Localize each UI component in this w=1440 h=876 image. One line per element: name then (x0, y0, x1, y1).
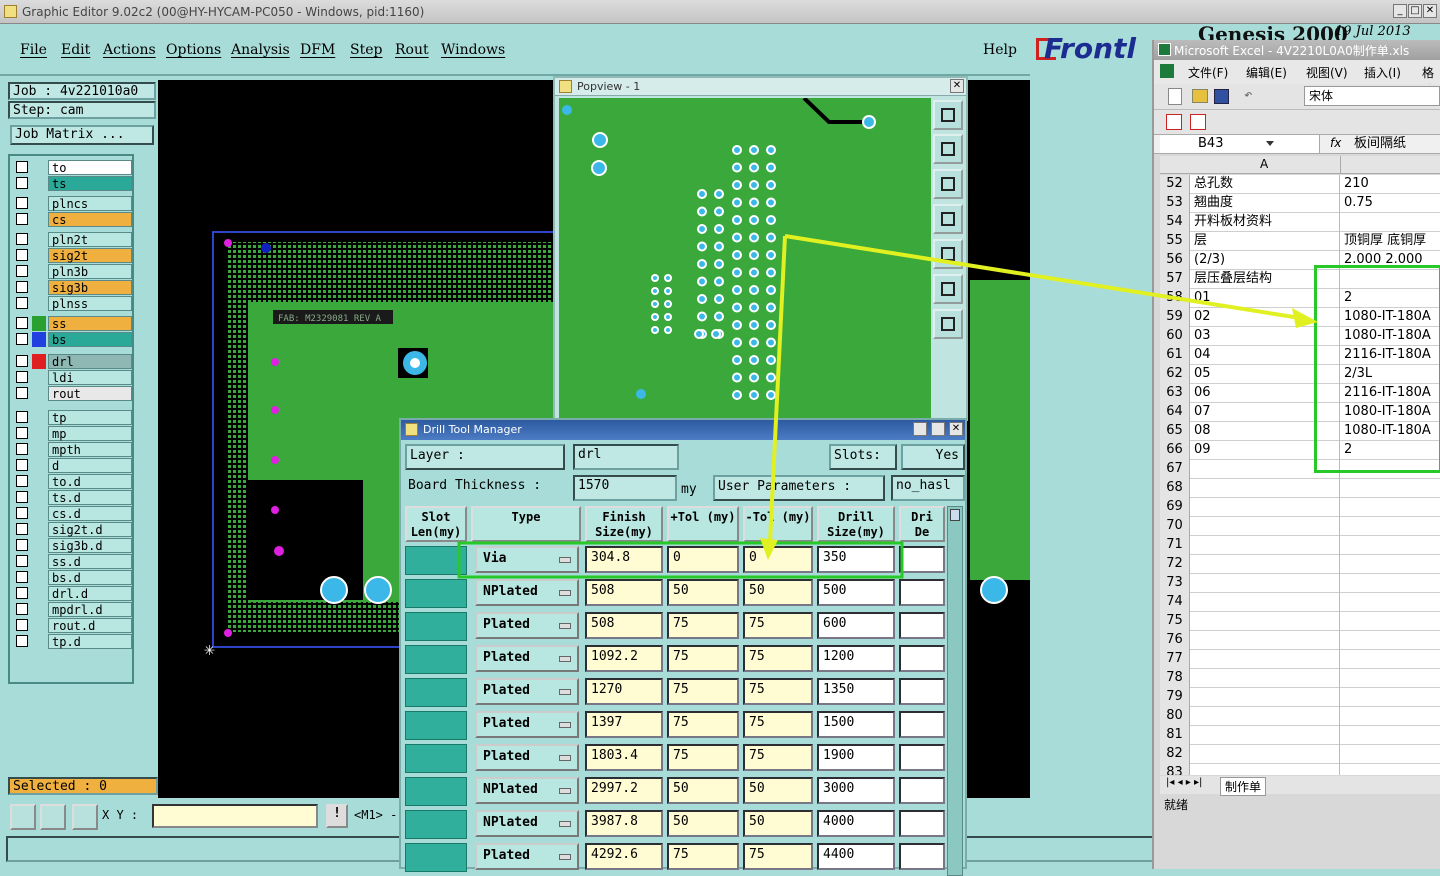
arrow-to-via (768, 235, 787, 543)
annotation-overlay (457, 234, 1318, 579)
arrow-head-excel-icon (1292, 308, 1318, 328)
arrow-head-via-icon (760, 538, 778, 560)
arrow-to-excel (784, 234, 1301, 320)
dtm-highlight-box (457, 541, 904, 579)
